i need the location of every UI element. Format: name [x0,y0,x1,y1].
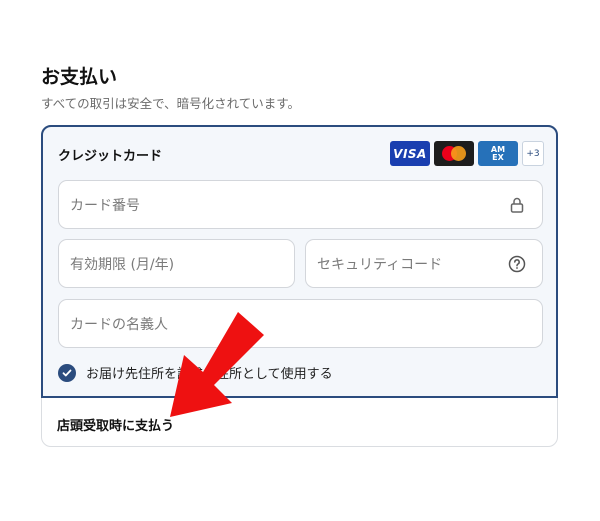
security-code-field[interactable]: セキュリティコード [305,239,543,288]
more-brands-badge[interactable]: +3 [522,141,544,166]
security-code-placeholder: セキュリティコード [317,256,443,273]
card-number-field[interactable]: カード番号 [58,180,543,229]
cardholder-name-placeholder: カードの名義人 [70,316,168,333]
expiry-placeholder: 有効期限 (月/年) [70,256,175,273]
credit-card-option[interactable]: クレジットカード VISA AM EX +3 カード番号 有効期限 (月/年) … [41,125,558,398]
payment-method-box: クレジットカード VISA AM EX +3 カード番号 有効期限 (月/年) … [41,125,558,447]
check-icon[interactable] [58,363,76,382]
help-circle-icon[interactable] [506,255,528,273]
lock-icon [506,197,528,213]
cardholder-name-field[interactable]: カードの名義人 [58,299,543,348]
billing-address-label: お届け先住所を請求先住所として使用する [86,367,333,382]
billing-address-checkbox-row[interactable]: お届け先住所を請求先住所として使用する [58,363,333,382]
amex-logo: AM EX [478,141,518,166]
expiry-date-field[interactable]: 有効期限 (月/年) [58,239,295,288]
pay-at-store-option[interactable]: 店頭受取時に支払う [57,415,174,434]
card-number-placeholder: カード番号 [70,197,140,214]
mastercard-logo [434,141,474,166]
card-brand-logos: VISA AM EX +3 [390,141,544,166]
payment-subtitle: すべての取引は安全で、暗号化されています。 [41,96,301,111]
payment-title: お支払い [41,66,118,88]
credit-card-label: クレジットカード [58,149,163,164]
visa-logo: VISA [390,141,430,166]
